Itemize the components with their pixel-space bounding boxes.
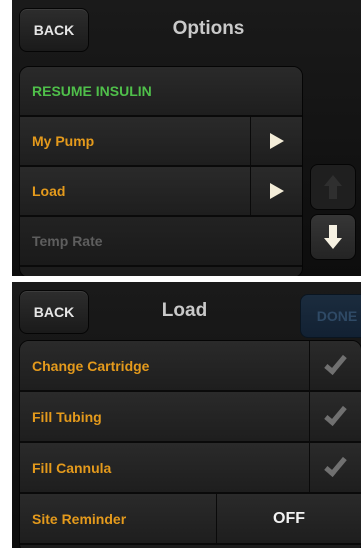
menu-item-label: Temp Rate bbox=[32, 233, 103, 249]
options-menu: RESUME INSULIN My Pump Load Temp Rate bbox=[19, 66, 303, 276]
menu-item-label: My Pump bbox=[32, 133, 95, 149]
scroll-down-button[interactable] bbox=[310, 214, 356, 260]
checkmark-icon bbox=[309, 392, 361, 441]
chevron-right-icon bbox=[250, 167, 302, 215]
menu-item-label: Fill Tubing bbox=[32, 408, 102, 425]
checkmark-icon bbox=[309, 341, 361, 390]
menu-item-my-pump[interactable]: My Pump bbox=[20, 117, 302, 167]
menu-item-fill-cannula[interactable]: Fill Cannula bbox=[20, 443, 361, 494]
menu-item-resume-insulin[interactable]: RESUME INSULIN bbox=[20, 67, 302, 117]
load-menu: Change Cartridge Fill Tubing Fill Cannul… bbox=[19, 340, 361, 548]
menu-item-site-reminder[interactable]: Site Reminder OFF bbox=[20, 494, 361, 545]
chevron-right-icon bbox=[250, 117, 302, 165]
scroll-up-button[interactable] bbox=[310, 164, 356, 210]
menu-item-temp-rate[interactable]: Temp Rate bbox=[20, 217, 302, 267]
menu-item-label: Site Reminder bbox=[32, 510, 127, 527]
menu-item-label: Change Cartridge bbox=[32, 357, 150, 374]
screen-title: Options bbox=[172, 18, 245, 39]
arrow-down-icon bbox=[324, 225, 342, 249]
site-reminder-value[interactable]: OFF bbox=[216, 494, 361, 543]
load-screen: BACK Load DONE Change Cartridge Fill Tub… bbox=[12, 282, 361, 548]
menu-item-change-cartridge[interactable]: Change Cartridge bbox=[20, 341, 361, 392]
menu-item-load[interactable]: Load bbox=[20, 167, 302, 217]
done-button[interactable]: DONE bbox=[300, 294, 361, 338]
menu-item-label: Load bbox=[32, 183, 66, 199]
arrow-up-icon bbox=[324, 175, 342, 199]
checkmark-icon bbox=[309, 443, 361, 492]
menu-item-fill-tubing[interactable]: Fill Tubing bbox=[20, 392, 361, 443]
menu-item-label: RESUME INSULIN bbox=[32, 83, 152, 99]
options-screen: BACK Options RESUME INSULIN My Pump Load… bbox=[12, 0, 361, 276]
menu-item-label: Fill Cannula bbox=[32, 459, 112, 476]
